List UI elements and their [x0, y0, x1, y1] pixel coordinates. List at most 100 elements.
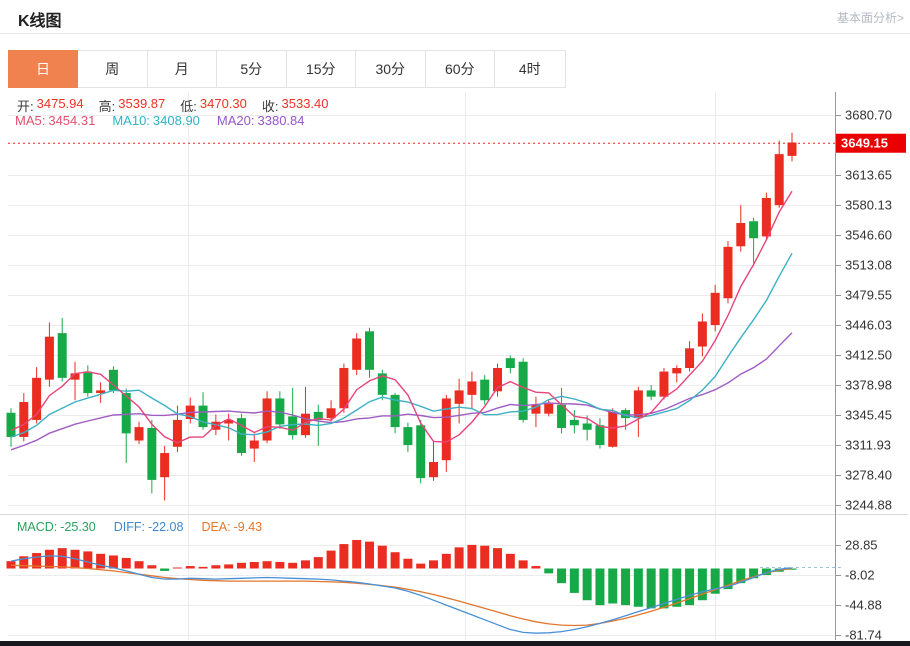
- candle-body: [659, 372, 668, 397]
- macd-axis-label: -8.02: [845, 568, 875, 583]
- price-axis-label: 3546.60: [845, 228, 892, 243]
- macd-bar: [173, 568, 182, 569]
- price-axis-label: 3278.40: [845, 468, 892, 483]
- macd-label: MACD:: [17, 520, 57, 534]
- macd-bar: [275, 562, 284, 569]
- macd-bar: [122, 558, 131, 569]
- candle-body: [608, 412, 617, 447]
- macd-bar: [135, 561, 144, 568]
- candle-body: [58, 333, 67, 378]
- macd-bar: [442, 554, 451, 569]
- price-axis-label: 3613.65: [845, 168, 892, 183]
- macd-bar: [467, 545, 476, 569]
- ma5-label: MA5:: [15, 113, 45, 128]
- candle-body: [250, 441, 259, 449]
- candle-body: [698, 321, 707, 346]
- diff-value: -22.08: [148, 520, 183, 534]
- current-price-text: 3649.15: [841, 136, 888, 151]
- ma-readout: MA5:3454.31 MA10:3408.90 MA20:3380.84: [15, 113, 305, 128]
- macd-bar: [429, 560, 438, 568]
- candle-body: [544, 404, 553, 414]
- candle-body: [570, 420, 579, 425]
- price-axis-label: 3345.45: [845, 408, 892, 423]
- macd-bar: [263, 561, 272, 568]
- macd-bar: [365, 542, 374, 569]
- macd-bar: [199, 567, 208, 569]
- macd-bar: [224, 564, 233, 568]
- macd-bar: [339, 544, 348, 568]
- candle-body: [762, 198, 771, 236]
- candle-body: [442, 398, 451, 460]
- price-axis-label: 3479.55: [845, 288, 892, 303]
- dea-value: -9.43: [234, 520, 263, 534]
- candle-body: [83, 372, 92, 393]
- macd-bar: [544, 569, 553, 574]
- candle-body: [506, 358, 515, 368]
- macd-bar: [58, 548, 67, 568]
- macd-bar: [186, 566, 195, 568]
- macd-bar: [621, 569, 630, 606]
- candle-body: [429, 462, 438, 477]
- candle-body: [365, 331, 374, 369]
- macd-bar: [378, 546, 387, 569]
- macd-bar: [314, 557, 323, 568]
- candle-body: [263, 398, 272, 440]
- price-axis-label: 3244.88: [845, 498, 892, 513]
- macd-bar: [403, 559, 412, 569]
- candle-body: [135, 427, 144, 440]
- candle-body: [45, 337, 54, 380]
- ma5-value: 3454.31: [48, 113, 95, 128]
- candle-body: [7, 413, 16, 437]
- price-axis-label: 3311.93: [845, 438, 891, 453]
- macd-bar: [250, 562, 259, 569]
- candle-body: [339, 368, 348, 408]
- ma20-value: 3380.84: [258, 113, 305, 128]
- candle-body: [160, 453, 169, 477]
- macd-bar: [352, 540, 361, 568]
- candle-body: [672, 368, 681, 373]
- candle-body: [583, 424, 592, 430]
- macd-bar: [416, 564, 425, 569]
- macd-bar: [570, 569, 579, 593]
- candle-body: [352, 338, 361, 369]
- macd-bar: [557, 569, 566, 584]
- macd-bar: [147, 565, 156, 568]
- macd-bar: [531, 566, 540, 568]
- ma10-value: 3408.90: [153, 113, 200, 128]
- macd-bar: [583, 569, 592, 601]
- macd-bar: [519, 560, 528, 568]
- macd-bar: [391, 552, 400, 568]
- candle-body: [199, 406, 208, 427]
- diff-label: DIFF:: [114, 520, 145, 534]
- candle-body: [416, 425, 425, 478]
- macd-bar: [608, 569, 617, 604]
- macd-bar: [160, 569, 169, 571]
- bottom-scrollbar[interactable]: [0, 641, 910, 646]
- price-axis-label: 3513.08: [845, 258, 892, 273]
- candle-body: [467, 381, 476, 394]
- candle-body: [723, 247, 732, 298]
- price-axis-label: 3580.13: [845, 198, 892, 213]
- macd-bar: [45, 550, 54, 569]
- candle-body: [455, 390, 464, 403]
- ma10-label: MA10:: [112, 113, 150, 128]
- candle-body: [647, 390, 656, 396]
- macd-bar: [327, 551, 336, 569]
- candle-body: [595, 425, 604, 445]
- macd-bar: [288, 563, 297, 569]
- price-axis-label: 3680.70: [845, 108, 892, 123]
- macd-bar: [493, 548, 502, 568]
- candle-body: [749, 221, 758, 238]
- ma20-label: MA20:: [217, 113, 255, 128]
- candle-body: [775, 154, 784, 205]
- candle-body: [147, 428, 156, 480]
- macd-bar: [211, 565, 220, 568]
- macd-bar: [455, 547, 464, 568]
- macd-bar: [480, 546, 489, 569]
- price-axis-label: 3446.03: [845, 318, 892, 333]
- dea-label: DEA:: [201, 520, 230, 534]
- macd-axis-label: -44.88: [845, 598, 882, 613]
- macd-value: -25.30: [60, 520, 95, 534]
- candle-body: [403, 427, 412, 445]
- candle-body: [480, 380, 489, 401]
